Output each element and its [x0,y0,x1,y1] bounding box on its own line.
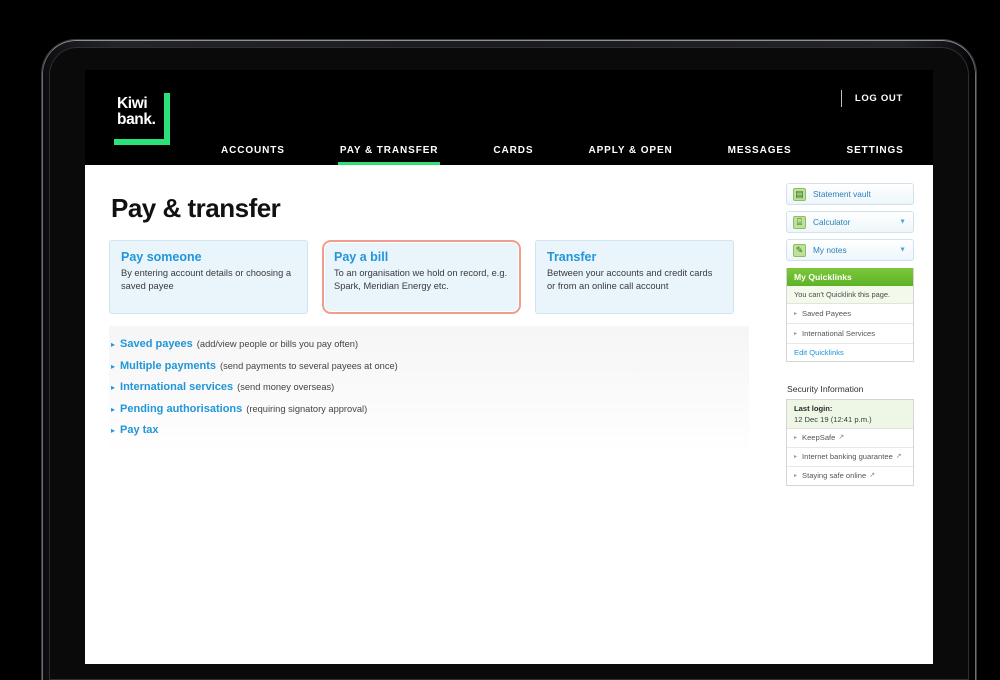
card-transfer[interactable]: Transfer Between your accounts and credi… [535,240,734,314]
link-pay-tax[interactable]: Pay tax [120,424,159,436]
nav-item-messages[interactable]: MESSAGES [728,145,792,165]
card-title: Pay a bill [334,250,389,264]
link-row-saved-payees[interactable]: ▸ Saved payees (add/view people or bills… [109,336,749,353]
external-link-icon: ↗ [869,471,876,479]
security-link-label: Internet banking guarantee [802,451,893,461]
my-quicklinks-widget: My Quicklinks You can't Quicklink this p… [786,268,914,362]
tool-calculator[interactable]: ⌸ Calculator ▼ [786,211,914,233]
security-information-title: Security Information [787,384,864,394]
kiwibank-logo[interactable]: Kiwi bank. [108,87,170,145]
card-description: By entering account details or choosing … [121,268,292,291]
nav-item-cards[interactable]: CARDS [493,145,533,165]
security-link-internet-banking-guarantee[interactable]: ▸ Internet banking guarantee ↗ [787,447,913,467]
chevron-right-icon: ▸ [794,453,798,460]
link-row-pay-tax[interactable]: ▸ Pay tax [109,422,749,439]
external-link-icon: ↗ [838,433,845,441]
security-information-widget: Last login: 12 Dec 19 (12:41 p.m.) ▸ Kee… [786,399,914,486]
tool-label: My notes [813,245,847,255]
chevron-down-icon[interactable]: ▼ [899,247,906,254]
security-link-staying-safe-online[interactable]: ▸ Staying safe online ↗ [787,466,913,485]
quicklinks-title: My Quicklinks [787,268,913,286]
link-pending-authorisations[interactable]: Pending authorisations [120,403,242,415]
logout-group: LOG OUT [840,90,903,107]
main-navigation: ACCOUNTS PAY & TRANSFER CARDS APPLY & OP… [221,131,904,165]
link-row-multiple-payments[interactable]: ▸ Multiple payments (send payments to se… [109,358,749,375]
chevron-right-icon: ▸ [794,434,798,441]
quicklink-saved-payees[interactable]: ▸ Saved Payees [787,304,913,324]
card-description: Between your accounts and credit cards o… [547,268,713,291]
link-multiple-payments[interactable]: Multiple payments [120,360,216,372]
chevron-right-icon: ▸ [794,472,798,479]
statement-vault-icon: ▤ [793,187,806,201]
link-note: (requiring signatory approval) [246,403,368,414]
calculator-icon: ⌸ [793,215,806,229]
card-pay-someone[interactable]: Pay someone By entering account details … [109,240,308,314]
card-title: Pay someone [121,250,202,264]
card-pay-a-bill[interactable]: Pay a bill To an organisation we hold on… [322,240,521,314]
action-card-row: Pay someone By entering account details … [109,240,734,314]
quick-links-panel: ▸ Saved payees (add/view people or bills… [109,326,749,455]
link-row-pending-authorisations[interactable]: ▸ Pending authorisations (requiring sign… [109,401,749,418]
logout-divider [840,90,842,107]
tool-statement-vault[interactable]: ▤ Statement vault [786,183,914,205]
chevron-right-icon: ▸ [111,383,116,392]
right-sidebar: ▤ Statement vault ⌸ Calculator ▼ ✎ My no… [786,183,914,486]
link-note: (send payments to several payees at once… [219,360,398,371]
quicklinks-note: You can't Quicklink this page. [787,286,913,304]
logo-line-2: bank. [117,111,156,128]
quicklink-international-services[interactable]: ▸ International Services [787,324,913,344]
logout-link[interactable]: LOG OUT [855,93,903,104]
site-header: Kiwi bank. LOG OUT ACCOUNTS PAY & TRANSF… [85,70,933,165]
browser-screen: Kiwi bank. LOG OUT ACCOUNTS PAY & TRANSF… [85,70,933,664]
card-description: To an organisation we hold on record, e.… [334,268,508,291]
link-international-services[interactable]: International services [120,381,233,393]
external-link-icon: ↗ [895,452,902,460]
chevron-right-icon: ▸ [111,361,116,371]
last-login-label: Last login: [787,400,913,414]
link-note: (add/view people or bills you pay often) [196,339,359,349]
link-saved-payees[interactable]: Saved payees [120,338,193,350]
notes-icon: ✎ [793,243,806,257]
chevron-right-icon: ▸ [111,404,116,414]
last-login-value: 12 Dec 19 (12:41 p.m.) [787,413,913,429]
nav-item-settings[interactable]: SETTINGS [847,145,904,165]
security-link-keepsafe[interactable]: ▸ KeepSafe ↗ [787,428,913,448]
tool-my-notes[interactable]: ✎ My notes ▼ [786,239,914,261]
logo-line-1: Kiwi [117,95,148,112]
chevron-down-icon[interactable]: ▼ [899,219,906,226]
chevron-right-icon: ▸ [794,310,798,317]
tool-label: Calculator [813,217,851,227]
security-link-label: Staying safe online [802,470,867,480]
chevron-right-icon: ▸ [794,330,798,337]
card-title: Transfer [547,250,597,264]
nav-item-accounts[interactable]: ACCOUNTS [221,145,285,165]
nav-item-pay-and-transfer[interactable]: PAY & TRANSFER [337,145,440,165]
chevron-right-icon: ▸ [111,426,116,435]
link-note: (send money overseas) [237,382,335,392]
security-link-label: KeepSafe [802,432,836,442]
chevron-right-icon: ▸ [111,340,116,349]
page-title: Pay & transfer [111,193,281,223]
quicklink-label: International Services [802,329,876,338]
nav-item-apply-and-open[interactable]: APPLY & OPEN [588,145,672,165]
logo-black-tile: Kiwi bank. [108,87,164,139]
edit-quicklinks-link[interactable]: Edit Quicklinks [787,344,913,361]
link-row-international-services[interactable]: ▸ International services (send money ove… [109,379,749,396]
page-body: Pay & transfer Pay someone By entering a… [85,165,933,664]
tool-label: Statement vault [813,189,871,199]
quicklink-label: Saved Payees [802,309,851,318]
